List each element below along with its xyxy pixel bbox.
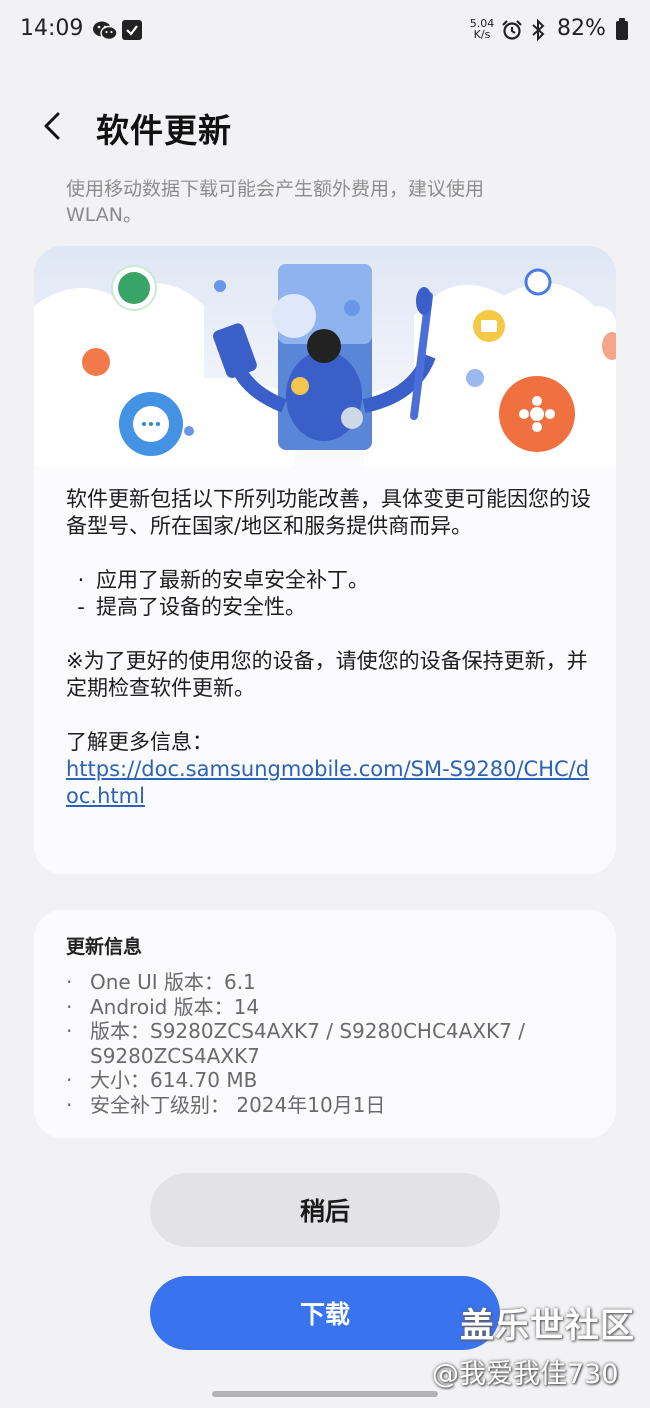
later-button[interactable]: 稍后 [150, 1173, 500, 1247]
list-item: · 应用了最新的安卓安全补丁。 [66, 567, 596, 594]
page-title: 软件更新 [96, 111, 232, 150]
info-row-text: 安全补丁级别： 2024年10月1日 [90, 1092, 386, 1117]
info-row-text: 大小：614.70 MB [90, 1068, 258, 1092]
bullet-mark: · [77, 568, 85, 592]
release-notes-card: 软件更新包括以下所列功能改善，具体变更可能因您的设备型号、所在国家/地区和服务提… [34, 246, 616, 874]
list-item-text: 提高了设备的安全性。 [96, 595, 306, 619]
info-row-text: One UI 版本：6.1 [90, 970, 256, 994]
info-row: · 版本：S9280ZCS4AXK7 / S9280CHC4AXK7 / S928… [66, 1019, 606, 1068]
scroll-fade [0, 160, 650, 186]
info-row-text: 版本：S9280ZCS4AXK7 / S9280CHC4AXK7 / S9280… [90, 1019, 525, 1068]
home-indicator[interactable] [212, 1391, 438, 1397]
battery-icon [616, 18, 628, 40]
release-notes-note: ※为了更好的使用您的设备，请使您的设备保持更新，并定期检查软件更新。 [66, 649, 588, 700]
update-info-title: 更新信息 [66, 936, 143, 958]
more-info-link[interactable]: https://doc.samsungmobile.com/SM-S9280/C… [66, 757, 589, 808]
battery-percent: 82% [557, 16, 606, 41]
watermark-user: @我爱我佳730 [432, 1359, 619, 1390]
status-time: 14:09 [20, 16, 84, 41]
info-row-text: Android 版本：14 [90, 994, 260, 1019]
more-info-label: 了解更多信息： [66, 730, 213, 754]
info-row: · 大小：614.70 MB [66, 1068, 258, 1092]
info-row: · 安全补丁级别： 2024年10月1日 [66, 1092, 386, 1117]
net-speed: 5.04 K/s [466, 18, 498, 40]
check-icon [122, 20, 142, 40]
data-usage-warning-line2: WLAN。 [66, 204, 143, 226]
download-button[interactable]: 下载 [150, 1276, 500, 1350]
wechat-icon [92, 20, 118, 42]
back-button[interactable] [32, 104, 76, 148]
list-item-text: 应用了最新的安卓安全补丁。 [96, 568, 369, 592]
update-info-card: 更新信息 · One UI 版本：6.1 · Android 版本：14 · 版本：S… [34, 910, 616, 1138]
update-info-list: · One UI 版本：6.1 · Android 版本：14 · 版本：S9280Z… [66, 970, 606, 1117]
bluetooth-icon [530, 18, 546, 46]
status-bar: 14:09 5.04 K/s 82% [0, 0, 650, 60]
release-notes-intro: 软件更新包括以下所列功能改善，具体变更可能因您的设备型号、所在国家/地区和服务提… [66, 487, 591, 538]
info-row: · Android 版本：14 [66, 994, 260, 1019]
bullet-mark: - [77, 595, 85, 619]
net-speed-unit: K/s [473, 28, 491, 41]
hero-illustration [34, 246, 616, 466]
list-item: - 提高了设备的安全性。 [66, 594, 596, 621]
chevron-left-icon [44, 112, 60, 140]
watermark-title: 盖乐世社区 [460, 1306, 635, 1346]
info-row: · One UI 版本：6.1 [66, 970, 256, 994]
alarm-icon [501, 19, 523, 45]
release-notes-body: 软件更新包括以下所列功能改善，具体变更可能因您的设备型号、所在国家/地区和服务提… [66, 486, 596, 810]
